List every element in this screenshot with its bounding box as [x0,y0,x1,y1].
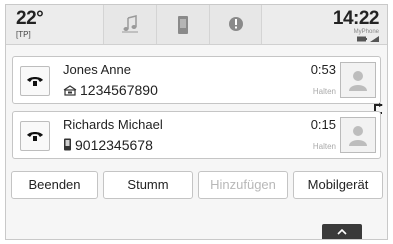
contact-avatar [340,62,376,98]
call-row-2[interactable]: Richards Michael 9012345678 0:15 Halten [12,111,381,159]
call-duration: 0:53 [310,62,336,77]
temperature-readout: 22° [16,8,44,29]
tab-info[interactable] [209,5,262,44]
music-icon [122,15,138,33]
end-call-action-button[interactable]: Beenden [11,171,98,199]
tab-phone-device[interactable] [156,5,209,44]
mobile-device-button[interactable]: Mobilgerät [293,171,383,199]
info-icon [229,17,243,31]
phone-call-screen: 22° [TP] 14:22 MyPhone Jones Anne 123456… [5,4,388,240]
contact-avatar [340,117,376,153]
person-silhouette-icon [349,71,367,91]
caller-number: 9012345678 [75,137,153,153]
person-silhouette-icon [349,126,367,146]
battery-signal-icon [357,36,379,42]
temperature-mode: [TP] [16,30,31,39]
add-call-button[interactable]: Hinzufügen [198,171,288,199]
home-phone-icon [63,85,77,96]
phone-device-icon [178,16,188,34]
caller-name: Richards Michael [63,117,163,132]
call-row-1[interactable]: Jones Anne 1234567890 0:53 Halten [12,56,381,104]
mobile-phone-icon [64,138,71,151]
clock: 14:22 [332,8,380,29]
status-bar: 22° [TP] 14:22 MyPhone [6,5,387,45]
call-status: Halten [312,87,336,96]
end-call-button[interactable] [20,121,50,151]
caller-number: 1234567890 [80,82,158,98]
call-duration: 0:15 [310,117,336,132]
chevron-up-icon [337,229,347,235]
connected-device-name: MyPhone [353,29,379,35]
tab-music[interactable] [103,5,156,44]
caller-number-line: 1234567890 [63,82,158,98]
end-call-button[interactable] [20,66,50,96]
handset-icon [27,77,43,86]
caller-name: Jones Anne [63,62,131,77]
caller-number-line: 9012345678 [63,137,153,153]
handset-icon [27,132,43,141]
mute-button[interactable]: Stumm [103,171,193,199]
call-status: Halten [312,142,336,151]
scroll-up-button[interactable] [322,224,362,239]
